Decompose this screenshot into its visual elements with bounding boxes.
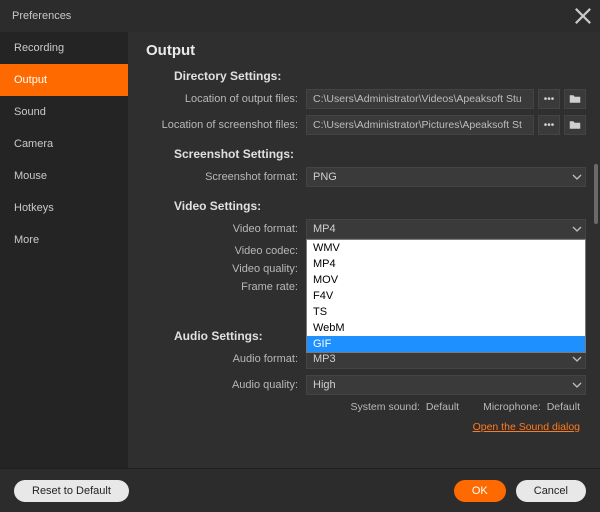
sidebar-item-output[interactable]: Output [0, 64, 128, 96]
reset-button[interactable]: Reset to Default [14, 480, 129, 502]
label-audio-quality: Audio quality: [146, 379, 306, 391]
sidebar-item-hotkeys[interactable]: Hotkeys [0, 192, 128, 224]
microphone-label: Microphone: [483, 401, 541, 413]
row-screenshot-format: Screenshot format: PNG [146, 167, 586, 187]
sidebar: Recording Output Sound Camera Mouse Hotk… [0, 32, 128, 468]
system-sound-value: Default [426, 401, 459, 413]
open-sound-dialog-link[interactable]: Open the Sound dialog [473, 421, 580, 433]
label-frame-rate: Frame rate: [146, 281, 306, 293]
more-icon[interactable]: ••• [538, 115, 560, 135]
scrollbar-thumb[interactable] [594, 164, 598, 224]
sidebar-item-sound[interactable]: Sound [0, 96, 128, 128]
row-audio-quality: Audio quality: High [146, 375, 586, 395]
screenshot-location-field[interactable]: C:\Users\Administrator\Pictures\Apeaksof… [306, 115, 534, 135]
dropdown-option[interactable]: WebM [307, 320, 585, 336]
main-panel: Output Directory Settings: Location of o… [128, 32, 600, 468]
label-video-codec: Video codec: [146, 245, 306, 257]
titlebar: Preferences [0, 0, 600, 32]
section-directory-title: Directory Settings: [174, 69, 586, 83]
row-screenshot-location: Location of screenshot files: C:\Users\A… [146, 115, 586, 135]
dropdown-option[interactable]: MP4 [307, 256, 585, 272]
system-sound-label: System sound: [351, 401, 420, 413]
chevron-down-icon [572, 224, 582, 237]
screenshot-format-value: PNG [313, 168, 337, 186]
output-location-field[interactable]: C:\Users\Administrator\Videos\Apeaksoft … [306, 89, 534, 109]
label-video-quality: Video quality: [146, 263, 306, 275]
sidebar-item-mouse[interactable]: Mouse [0, 160, 128, 192]
dropdown-option[interactable]: WMV [307, 240, 585, 256]
cancel-button[interactable]: Cancel [516, 480, 586, 502]
section-screenshot-title: Screenshot Settings: [174, 147, 586, 161]
page-title: Output [146, 42, 586, 59]
label-video-format: Video format: [146, 223, 306, 235]
body: Recording Output Sound Camera Mouse Hotk… [0, 32, 600, 468]
folder-icon[interactable] [564, 115, 586, 135]
screenshot-format-select[interactable]: PNG [306, 167, 586, 187]
footer: Reset to Default OK Cancel [0, 468, 600, 512]
folder-icon[interactable] [564, 89, 586, 109]
audio-quality-select[interactable]: High [306, 375, 586, 395]
row-video-format: Video format: MP4 WMV MP4 MOV F4V TS Web… [146, 219, 586, 239]
section-video-title: Video Settings: [174, 199, 586, 213]
audio-status-row: System sound: Default Microphone: Defaul… [146, 401, 586, 413]
label-output-location: Location of output files: [146, 93, 306, 105]
microphone-value: Default [547, 401, 580, 413]
preferences-window: Preferences Recording Output Sound Camer… [0, 0, 600, 512]
sidebar-item-camera[interactable]: Camera [0, 128, 128, 160]
video-format-dropdown[interactable]: WMV MP4 MOV F4V TS WebM GIF [306, 239, 586, 353]
more-icon[interactable]: ••• [538, 89, 560, 109]
ok-button[interactable]: OK [454, 480, 506, 502]
video-format-select[interactable]: MP4 WMV MP4 MOV F4V TS WebM GIF [306, 219, 586, 239]
label-screenshot-location: Location of screenshot files: [146, 119, 306, 131]
audio-quality-value: High [313, 376, 336, 394]
chevron-down-icon [572, 380, 582, 393]
label-screenshot-format: Screenshot format: [146, 171, 306, 183]
sidebar-item-recording[interactable]: Recording [0, 32, 128, 64]
video-format-value: MP4 [313, 220, 336, 238]
window-title: Preferences [12, 10, 71, 22]
dropdown-option[interactable]: F4V [307, 288, 585, 304]
sidebar-item-more[interactable]: More [0, 224, 128, 256]
dropdown-option[interactable]: TS [307, 304, 585, 320]
chevron-down-icon [572, 354, 582, 367]
label-audio-format: Audio format: [146, 353, 306, 365]
row-output-location: Location of output files: C:\Users\Admin… [146, 89, 586, 109]
dropdown-option[interactable]: MOV [307, 272, 585, 288]
chevron-down-icon [572, 172, 582, 185]
dropdown-option-selected[interactable]: GIF [307, 336, 585, 352]
close-icon[interactable] [574, 7, 592, 25]
